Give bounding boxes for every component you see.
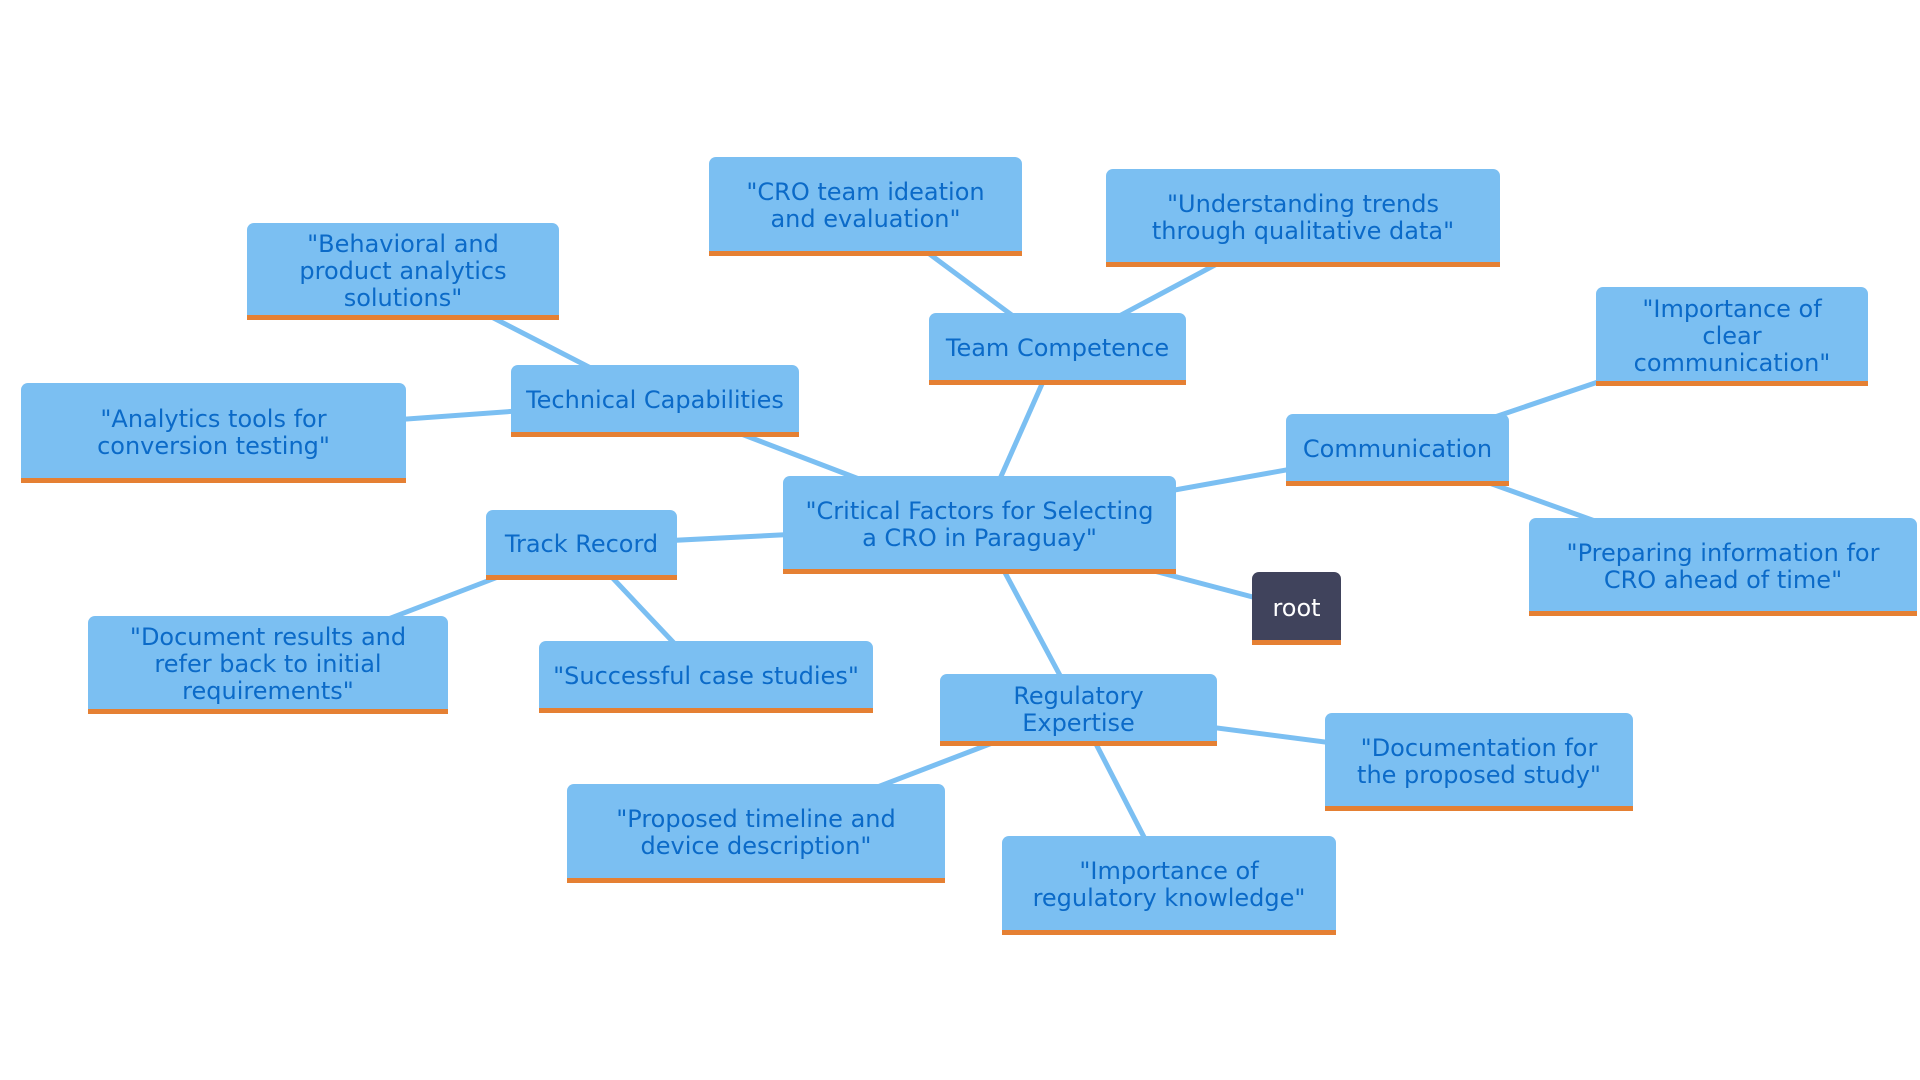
node-regulatory-knowledge[interactable]: "Importance of regulatory knowledge" (1002, 836, 1336, 935)
node-label: "Document results and refer back to init… (129, 623, 407, 705)
node-root[interactable]: root (1252, 572, 1341, 645)
node-proposed-timeline[interactable]: "Proposed timeline and device descriptio… (567, 784, 945, 883)
node-label: "Analytics tools for conversion testing" (97, 404, 330, 460)
node-label: Communication (1302, 435, 1493, 463)
node-label: "CRO team ideation and evaluation" (746, 178, 985, 233)
node-label: "Proposed timeline and device descriptio… (616, 805, 896, 860)
node-label: "Importance of regulatory knowledge" (1032, 857, 1306, 912)
node-document-results[interactable]: "Document results and refer back to init… (88, 616, 448, 714)
node-successful-case-studies[interactable]: "Successful case studies" (539, 641, 873, 713)
node-behavioral-analytics[interactable]: "Behavioral and product analytics soluti… (247, 223, 559, 320)
node-label: Technical Capabilities (526, 386, 784, 414)
node-label: root (1272, 593, 1321, 622)
node-label: Regulatory Expertise (1013, 681, 1144, 737)
node-technical-capabilities[interactable]: Technical Capabilities (511, 365, 799, 437)
node-label: Track Record (504, 530, 659, 558)
node-analytics-tools[interactable]: "Analytics tools for conversion testing" (21, 383, 406, 483)
node-preparing-information[interactable]: "Preparing information for CRO ahead of … (1529, 518, 1917, 616)
node-label: "Preparing information for CRO ahead of … (1566, 538, 1880, 594)
node-team-competence[interactable]: Team Competence (929, 313, 1186, 385)
node-clear-communication[interactable]: "Importance of clear communication" (1596, 287, 1868, 386)
node-label: "Understanding trends through qualitativ… (1151, 189, 1455, 245)
node-label: "Successful case studies" (553, 662, 859, 690)
node-communication[interactable]: Communication (1286, 414, 1509, 486)
node-label: "Critical Factors for Selecting a CRO in… (805, 496, 1154, 552)
node-cro-team-ideation[interactable]: "CRO team ideation and evaluation" (709, 157, 1022, 256)
node-label: "Importance of clear communication" (1633, 294, 1831, 377)
node-central-topic[interactable]: "Critical Factors for Selecting a CRO in… (783, 476, 1176, 574)
node-label: "Documentation for the proposed study" (1357, 733, 1601, 789)
node-regulatory-expertise[interactable]: Regulatory Expertise (940, 674, 1217, 746)
node-track-record[interactable]: Track Record (486, 510, 677, 580)
node-label: "Behavioral and product analytics soluti… (299, 229, 507, 312)
node-understanding-trends[interactable]: "Understanding trends through qualitativ… (1106, 169, 1500, 267)
node-documentation-study[interactable]: "Documentation for the proposed study" (1325, 713, 1633, 811)
node-label: Team Competence (945, 334, 1170, 362)
